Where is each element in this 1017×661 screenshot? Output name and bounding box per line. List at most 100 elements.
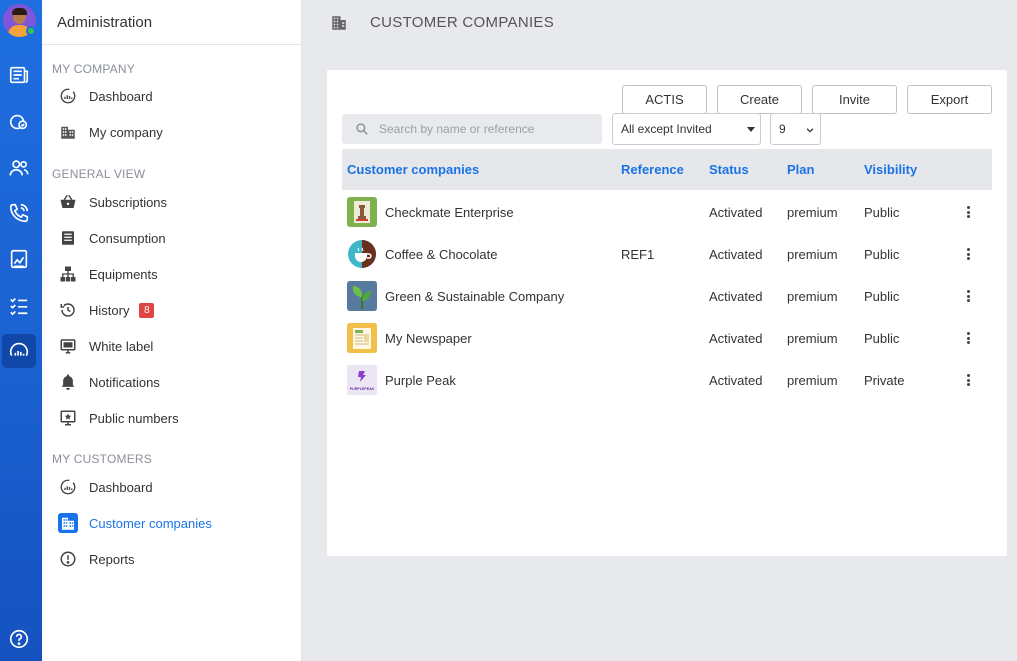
sidebar-item-notifications[interactable]: Notifications bbox=[42, 364, 301, 400]
row-menu-icon[interactable] bbox=[964, 330, 972, 346]
sidebar-item-my-company[interactable]: My company bbox=[42, 114, 301, 150]
company-name: My Newspaper bbox=[385, 331, 472, 346]
sidebar-item-label: Dashboard bbox=[89, 88, 153, 104]
page-size-select[interactable]: 9 bbox=[770, 113, 821, 145]
table-header: Customer companies Reference Status Plan… bbox=[342, 149, 992, 190]
sidebar-item-equipments[interactable]: Equipments bbox=[42, 256, 301, 292]
company-plan: premium bbox=[787, 205, 838, 220]
dashboard-gauge-icon bbox=[9, 342, 29, 356]
list-icon bbox=[58, 228, 78, 248]
table-row[interactable]: My Newspaper Activated premium Public bbox=[342, 317, 992, 359]
row-menu-icon[interactable] bbox=[964, 246, 972, 262]
leaf-logo bbox=[347, 281, 377, 311]
sidebar-item-customer-companies[interactable]: Customer companies bbox=[42, 505, 301, 541]
company-name: Coffee & Chocolate bbox=[385, 247, 498, 262]
sidebar-item-history[interactable]: History 8 bbox=[42, 292, 301, 328]
alert-icon bbox=[58, 549, 78, 569]
company-plan: premium bbox=[787, 289, 838, 304]
sidebar-item-label: Customer companies bbox=[89, 515, 212, 531]
column-header-plan[interactable]: Plan bbox=[787, 162, 814, 177]
company-visibility: Public bbox=[864, 247, 900, 262]
status-filter-select[interactable]: All except Invited bbox=[612, 113, 761, 145]
actis-button[interactable]: ACTIS bbox=[622, 85, 707, 114]
sidebar-item-consumption[interactable]: Consumption bbox=[42, 220, 301, 256]
dashboard-icon bbox=[58, 86, 78, 106]
rail-tasks-button[interactable] bbox=[2, 288, 36, 322]
rail-calls-button[interactable] bbox=[2, 196, 36, 230]
admin-sidebar: Administration MY COMPANY Dashboard My c… bbox=[42, 0, 302, 661]
row-menu-icon[interactable] bbox=[964, 204, 972, 220]
column-header-visibility[interactable]: Visibility bbox=[864, 162, 917, 177]
report-icon bbox=[10, 249, 28, 269]
company-name: Purple Peak bbox=[385, 373, 456, 388]
company-status: Activated bbox=[709, 331, 763, 346]
building-icon bbox=[330, 14, 348, 32]
phone-icon bbox=[9, 203, 29, 223]
history-count-badge: 8 bbox=[139, 302, 155, 318]
rail-news-button[interactable] bbox=[2, 58, 36, 92]
app-rail bbox=[0, 0, 42, 661]
search-input[interactable] bbox=[379, 122, 579, 136]
export-button[interactable]: Export bbox=[907, 85, 992, 114]
sidebar-item-white-label[interactable]: White label bbox=[42, 328, 301, 364]
company-name: Checkmate Enterprise bbox=[385, 205, 514, 220]
rail-users-button[interactable] bbox=[2, 151, 36, 185]
online-status-indicator bbox=[26, 26, 36, 36]
page-header: CUSTOMER COMPANIES bbox=[302, 0, 1017, 45]
company-plan: premium bbox=[787, 373, 838, 388]
public-numbers-icon bbox=[58, 408, 78, 428]
rail-help-button[interactable] bbox=[2, 622, 36, 656]
row-menu-icon[interactable] bbox=[964, 288, 972, 304]
basket-icon bbox=[58, 192, 78, 212]
newspaper-logo bbox=[347, 323, 377, 353]
table-row[interactable]: Green & Sustainable Company Activated pr… bbox=[342, 275, 992, 317]
sidebar-item-label: History bbox=[89, 302, 130, 318]
users-icon bbox=[9, 160, 29, 176]
company-plan: premium bbox=[787, 247, 838, 262]
invite-button[interactable]: Invite bbox=[812, 85, 897, 114]
column-header-reference[interactable]: Reference bbox=[621, 162, 684, 177]
company-visibility: Public bbox=[864, 289, 900, 304]
customer-companies-card: ACTIS Create Invite Export All except In… bbox=[327, 70, 1007, 556]
sidebar-item-customer-dashboard[interactable]: Dashboard bbox=[42, 469, 301, 505]
table-row[interactable]: Coffee & Chocolate REF1 Activated premiu… bbox=[342, 233, 992, 275]
table-row[interactable]: PURPLEPEAK Purple Peak Activated premium… bbox=[342, 359, 992, 401]
rail-reports-button[interactable] bbox=[2, 242, 36, 276]
company-visibility: Private bbox=[864, 373, 905, 388]
create-button[interactable]: Create bbox=[717, 85, 802, 114]
table-row[interactable]: Checkmate Enterprise Activated premium P… bbox=[342, 191, 992, 233]
sidebar-item-label: Reports bbox=[89, 551, 135, 567]
coffee-logo bbox=[347, 239, 377, 269]
dashboard-icon bbox=[58, 477, 78, 497]
company-visibility: Public bbox=[864, 331, 900, 346]
purple-peak-logo: PURPLEPEAK bbox=[347, 365, 377, 395]
rail-admin-button[interactable] bbox=[2, 334, 36, 368]
column-header-status[interactable]: Status bbox=[709, 162, 749, 177]
sidebar-item-public-numbers[interactable]: Public numbers bbox=[42, 400, 301, 436]
chevron-down-icon bbox=[806, 128, 814, 133]
column-header-name[interactable]: Customer companies bbox=[347, 162, 479, 177]
section-label-general-view: GENERAL VIEW bbox=[52, 167, 146, 181]
sidebar-item-label: White label bbox=[89, 338, 154, 354]
page-title: CUSTOMER COMPANIES bbox=[370, 14, 555, 31]
row-menu-icon[interactable] bbox=[964, 372, 972, 388]
search-box bbox=[342, 114, 602, 144]
section-label-my-company: MY COMPANY bbox=[52, 62, 135, 76]
sidebar-item-label: Equipments bbox=[89, 266, 158, 282]
bell-icon bbox=[58, 372, 78, 392]
sidebar-item-subscriptions[interactable]: Subscriptions bbox=[42, 184, 301, 220]
help-icon bbox=[9, 629, 29, 649]
sidebar-item-reports[interactable]: Reports bbox=[42, 541, 301, 577]
contact-status-icon bbox=[9, 114, 28, 130]
sidebar-item-label: My company bbox=[89, 124, 163, 140]
status-filter-value: All except Invited bbox=[621, 122, 712, 136]
caret-down-icon bbox=[747, 127, 755, 132]
company-name: Green & Sustainable Company bbox=[385, 289, 565, 304]
company-visibility: Public bbox=[864, 205, 900, 220]
sidebar-item-dashboard[interactable]: Dashboard bbox=[42, 78, 301, 114]
sidebar-item-label: Notifications bbox=[89, 374, 160, 390]
sidebar-title: Administration bbox=[42, 0, 301, 45]
rail-contacts-button[interactable] bbox=[2, 105, 36, 139]
sidebar-item-label: Dashboard bbox=[89, 479, 153, 495]
company-status: Activated bbox=[709, 373, 763, 388]
